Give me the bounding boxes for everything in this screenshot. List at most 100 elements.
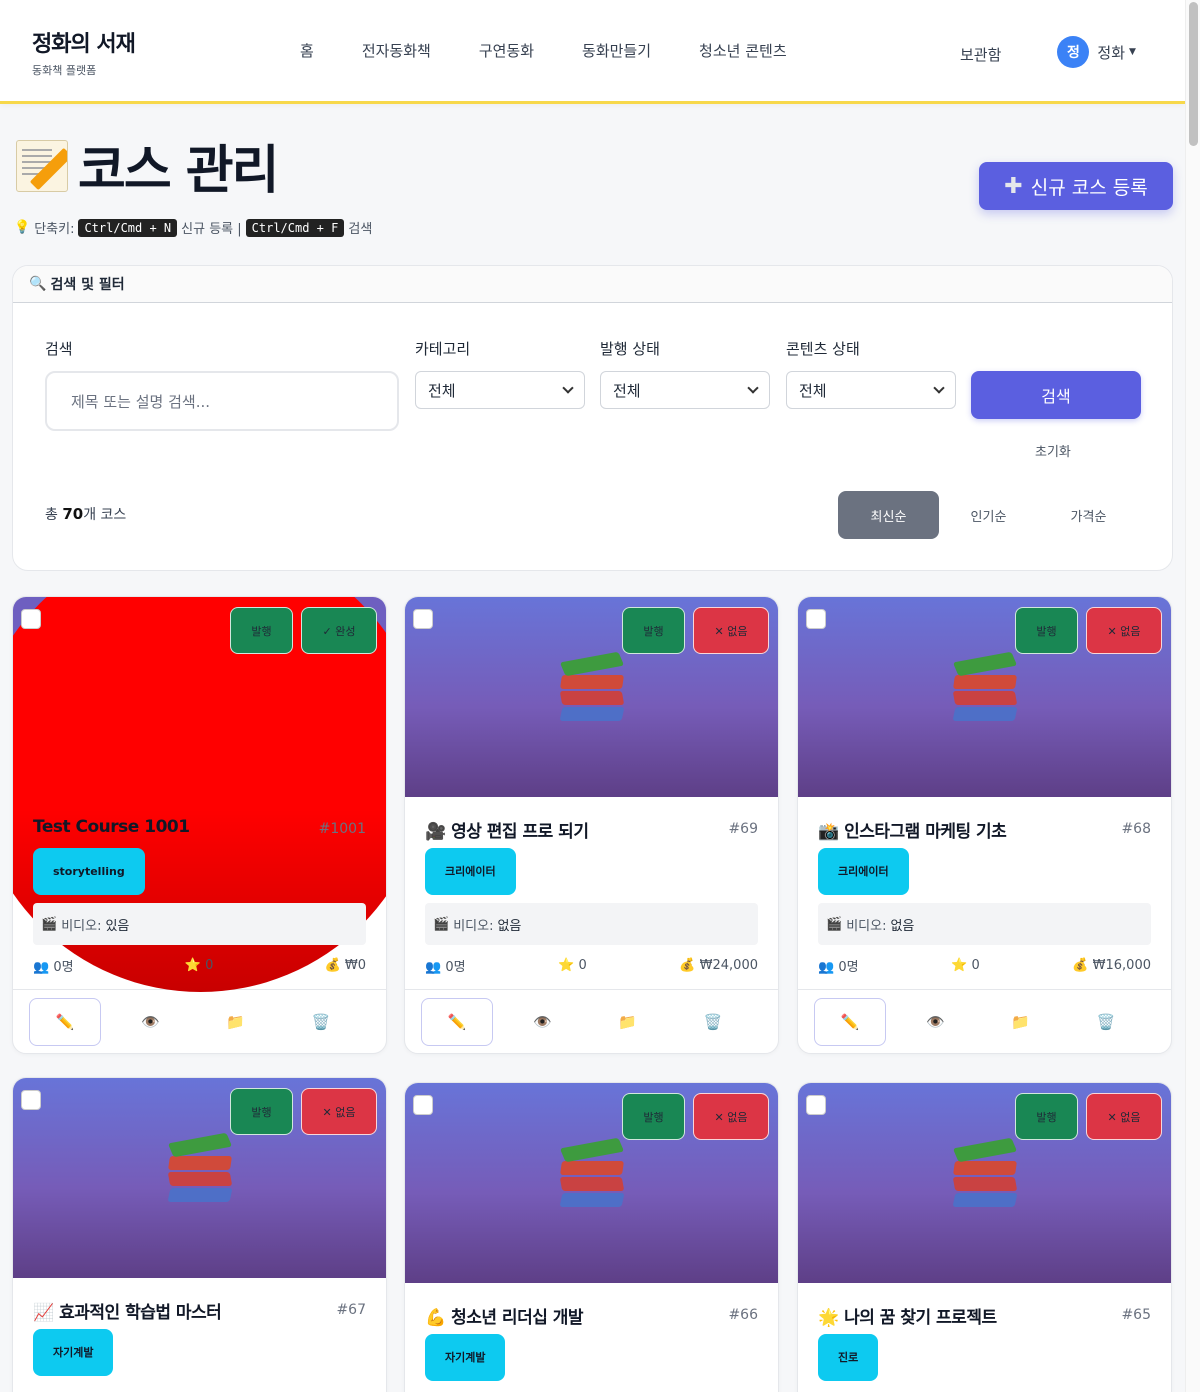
- publish-badge: 발행: [1015, 1093, 1078, 1140]
- new-course-button[interactable]: ✚ 신규 코스 등록: [979, 162, 1173, 210]
- course-id: #1001: [318, 821, 366, 837]
- chevron-down-icon: [933, 382, 945, 394]
- category-select-value: 전체: [428, 381, 456, 400]
- select-checkbox[interactable]: [21, 1090, 41, 1110]
- search-label: 검색: [45, 340, 73, 358]
- avatar[interactable]: 정: [1057, 36, 1090, 68]
- course-thumbnail[interactable]: 발행 ✕ 없음: [798, 597, 1171, 797]
- course-title[interactable]: 🌟 나의 꿈 찾기 프로젝트: [818, 1303, 1151, 1328]
- reset-button[interactable]: 초기화: [1035, 441, 1071, 460]
- filter-heading-text: 검색 및 필터: [50, 277, 125, 293]
- nav-home[interactable]: 홈: [300, 40, 314, 61]
- course-thumbnail[interactable]: 발행 ✕ 없음: [13, 1078, 386, 1278]
- card-actions: ✏️ 👁️ 📁 🗑️: [13, 989, 386, 1053]
- delete-button[interactable]: 🗑️: [677, 998, 749, 1046]
- course-card[interactable]: 발행 ✕ 없음 📸 인스타그램 마케팅 기초 #68 크리에이터 🎬 비디오: …: [797, 596, 1172, 1054]
- category-select[interactable]: 전체: [415, 371, 585, 409]
- edit-button[interactable]: ✏️: [421, 997, 494, 1046]
- rating-stat: ⭐ 0: [558, 958, 587, 973]
- nav-make-story[interactable]: 동화만들기: [582, 40, 651, 61]
- total-suffix: 개 코스: [83, 507, 127, 523]
- course-card[interactable]: 발행 ✓ 완성 Test Course 1001 #1001 storytell…: [12, 596, 387, 1054]
- category-badge: 크리에이터: [425, 848, 516, 895]
- search-input[interactable]: 제목 또는 설명 검색...: [45, 371, 399, 431]
- star-icon: ⭐: [558, 957, 575, 973]
- content-button[interactable]: 📁: [200, 998, 272, 1046]
- course-card[interactable]: 발행 ✕ 없음 🌟 나의 꿈 찾기 프로젝트 #65 진로: [797, 1082, 1172, 1392]
- select-checkbox[interactable]: [806, 1095, 826, 1115]
- kbd-new: Ctrl/Cmd + N: [78, 218, 178, 237]
- students-value: 0명: [53, 959, 74, 975]
- pencil-icon: ✏️: [447, 1012, 467, 1031]
- card-body: 📈 효과적인 학습법 마스터 #67 자기계발: [13, 1278, 386, 1392]
- card-actions: ✏️ 👁️ 📁 🗑️: [405, 989, 778, 1053]
- content-button[interactable]: 📁: [592, 998, 664, 1046]
- course-title[interactable]: 🎥 영상 편집 프로 되기: [425, 817, 758, 842]
- price-value: ₩24,000: [699, 957, 758, 973]
- rating-value: 0: [578, 957, 587, 973]
- course-title[interactable]: Test Course 1001: [33, 817, 366, 839]
- select-checkbox[interactable]: [413, 1095, 433, 1115]
- search-button[interactable]: 검색: [971, 371, 1141, 419]
- sort-price[interactable]: 가격순: [1038, 491, 1139, 539]
- brand-logo[interactable]: 정화의 서재 동화책 플랫폼: [32, 26, 136, 78]
- video-value: 있음: [105, 918, 130, 934]
- course-id: #66: [728, 1307, 758, 1323]
- edit-button[interactable]: ✏️: [814, 997, 887, 1046]
- select-checkbox[interactable]: [21, 609, 41, 629]
- category-badge: 진로: [818, 1334, 879, 1381]
- eye-icon: 👁️: [926, 1012, 945, 1031]
- brand-subtitle: 동화책 플랫폼: [32, 64, 97, 77]
- delete-button[interactable]: 🗑️: [285, 998, 357, 1046]
- nav-archive[interactable]: 보관함: [960, 44, 1001, 65]
- course-title[interactable]: 💪 청소년 리더십 개발: [425, 1303, 758, 1328]
- preview-button[interactable]: 👁️: [114, 998, 186, 1046]
- books-icon: [557, 1137, 629, 1213]
- eye-icon: 👁️: [533, 1012, 552, 1031]
- video-label: 비디오:: [453, 918, 494, 934]
- edit-button[interactable]: ✏️: [29, 997, 102, 1046]
- people-icon: 👥: [425, 959, 442, 975]
- shortcut-search-text: 검색: [348, 222, 373, 237]
- magnifier-icon: 🔍: [29, 276, 47, 292]
- video-status: 🎬 비디오: 없음: [425, 903, 758, 945]
- content-select[interactable]: 전체: [786, 371, 956, 409]
- course-thumbnail[interactable]: 발행 ✕ 없음: [405, 1083, 778, 1283]
- page-scrollbar[interactable]: [1185, 0, 1200, 1392]
- new-course-label: 신규 코스 등록: [1030, 176, 1148, 199]
- category-label: 카테고리: [415, 340, 471, 358]
- course-thumbnail[interactable]: 발행 ✕ 없음: [405, 597, 778, 797]
- course-thumbnail[interactable]: 발행 ✓ 완성: [13, 597, 386, 992]
- select-checkbox[interactable]: [806, 609, 826, 629]
- course-thumbnail[interactable]: 발행 ✕ 없음: [798, 1083, 1171, 1283]
- scrollbar-thumb[interactable]: [1189, 2, 1198, 146]
- sort-latest[interactable]: 최신순: [838, 491, 939, 539]
- nav-storytelling[interactable]: 구연동화: [479, 40, 534, 61]
- rating-stat: ⭐ 0: [951, 958, 980, 973]
- publish-select-value: 전체: [613, 381, 641, 400]
- books-icon: [165, 1132, 237, 1208]
- sort-popular[interactable]: 인기순: [938, 491, 1039, 539]
- course-title[interactable]: 📈 효과적인 학습법 마스터: [33, 1298, 366, 1323]
- card-body: 🎥 영상 편집 프로 되기 #69 크리에이터 🎬 비디오: 없음 👥 0명 ⭐…: [405, 797, 778, 989]
- publish-select[interactable]: 전체: [600, 371, 770, 409]
- preview-button[interactable]: 👁️: [506, 998, 578, 1046]
- course-card[interactable]: 발행 ✕ 없음 💪 청소년 리더십 개발 #66 자기계발: [404, 1082, 779, 1392]
- price-stat: 💰 ₩16,000: [1072, 958, 1151, 973]
- eye-icon: 👁️: [141, 1012, 160, 1031]
- nav-ebooks[interactable]: 전자동화책: [362, 40, 431, 61]
- delete-button[interactable]: 🗑️: [1070, 998, 1142, 1046]
- course-card[interactable]: 발행 ✕ 없음 🎥 영상 편집 프로 되기 #69 크리에이터 🎬 비디오: 없…: [404, 596, 779, 1054]
- brand-title[interactable]: 정화의 서재: [32, 26, 136, 58]
- memo-icon: [16, 139, 68, 192]
- select-checkbox[interactable]: [413, 609, 433, 629]
- course-title[interactable]: 📸 인스타그램 마케팅 기초: [818, 817, 1151, 842]
- course-card[interactable]: 발행 ✕ 없음 📈 효과적인 학습법 마스터 #67 자기계발: [12, 1077, 387, 1392]
- nav-youth-content[interactable]: 청소년 콘텐츠: [699, 40, 787, 61]
- content-button[interactable]: 📁: [985, 998, 1057, 1046]
- preview-button[interactable]: 👁️: [899, 998, 971, 1046]
- caret-down-icon[interactable]: ▼: [1129, 47, 1136, 57]
- nav-right: 보관함 정 정화 ▼: [960, 36, 1136, 68]
- user-menu[interactable]: 정화: [1097, 42, 1125, 63]
- students-value: 0명: [838, 959, 859, 975]
